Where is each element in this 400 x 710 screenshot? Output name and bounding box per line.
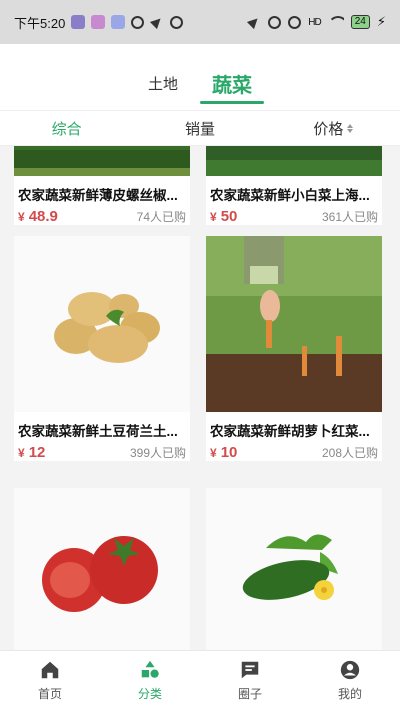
status-time: 下午5:20 xyxy=(14,15,66,31)
nav-category[interactable]: 分类 xyxy=(100,651,200,710)
nav-circle-label: 圈子 xyxy=(237,687,262,701)
sort-comprehensive-label: 综合 xyxy=(51,120,82,138)
tomato-image xyxy=(14,488,190,650)
product-price: ¥48.9 xyxy=(18,208,58,225)
profile-icon xyxy=(340,660,360,680)
product-sold: 208人已购 xyxy=(321,446,378,460)
product-title: 农家蔬菜新鲜小白菜上海... xyxy=(210,188,370,203)
nav-profile[interactable]: 我的 xyxy=(300,651,400,710)
wifi-icon xyxy=(327,16,344,28)
potato-image xyxy=(14,236,190,412)
product-card[interactable] xyxy=(206,488,382,650)
chat-icon xyxy=(241,661,259,679)
app-notification-icon xyxy=(111,15,126,29)
nav-home-label: 首页 xyxy=(37,687,62,701)
product-sold: 361人已购 xyxy=(321,210,378,224)
sort-comprehensive[interactable]: 综合 xyxy=(0,118,133,139)
nav-home[interactable]: 首页 xyxy=(0,651,100,710)
network-type: HD xyxy=(308,16,321,28)
product-image xyxy=(14,236,190,412)
product-image xyxy=(206,488,382,650)
product-card[interactable]: 农家蔬菜新鲜小白菜上海... ¥50 361人已购 xyxy=(206,146,382,225)
product-image xyxy=(206,236,382,412)
product-card[interactable]: 农家蔬菜新鲜土豆荷兰土... ¥12 399人已购 xyxy=(14,236,190,461)
charging-icon: ⚡ xyxy=(376,14,386,29)
product-card[interactable]: 农家蔬菜新鲜胡萝卜红菜... ¥10 208人已购 xyxy=(206,236,382,461)
product-card[interactable] xyxy=(14,488,190,650)
bluetooth-icon xyxy=(288,15,302,29)
product-title: 农家蔬菜新鲜土豆荷兰土... xyxy=(18,424,178,439)
nav-circle[interactable]: 圈子 xyxy=(200,651,300,710)
sync-icon xyxy=(131,15,145,29)
location-icon xyxy=(247,15,261,29)
sort-bar: 综合 销量 价格 xyxy=(0,110,400,146)
cucumber-image xyxy=(206,488,382,650)
product-price: ¥50 xyxy=(210,208,238,225)
category-icon xyxy=(141,660,159,678)
sort-sales[interactable]: 销量 xyxy=(133,118,266,139)
bokchoy-image xyxy=(206,146,382,176)
product-meta: ¥10 208人已购 xyxy=(206,440,382,461)
location-icon xyxy=(150,15,164,29)
alarm-icon xyxy=(268,15,282,29)
product-sold: 399人已购 xyxy=(129,446,186,460)
sort-sales-label: 销量 xyxy=(184,120,215,138)
product-meta: ¥50 361人已购 xyxy=(206,204,382,225)
tab-vegetables[interactable]: 蔬菜 xyxy=(200,69,264,110)
bottom-nav: 首页 分类 圈子 我的 xyxy=(0,650,400,710)
product-price: ¥10 xyxy=(210,444,238,461)
product-sold: 74人已购 xyxy=(136,210,186,224)
pepper-image xyxy=(14,146,190,176)
product-image xyxy=(14,488,190,650)
product-meta: ¥12 399人已购 xyxy=(14,440,190,461)
nav-profile-label: 我的 xyxy=(337,687,362,701)
battery-indicator: 24 xyxy=(350,15,370,29)
status-right: HD 24 ⚡ xyxy=(247,14,386,30)
sort-price[interactable]: 价格 xyxy=(267,118,400,139)
carrot-image xyxy=(206,236,382,412)
app-notification-icon xyxy=(71,15,86,29)
status-bar: 下午5:20 HD 24 ⚡ xyxy=(0,0,400,44)
tab-land[interactable]: 土地 xyxy=(148,73,178,110)
nav-category-label: 分类 xyxy=(137,687,162,701)
product-card[interactable]: 农家蔬菜新鲜薄皮螺丝椒... ¥48.9 74人已购 xyxy=(14,146,190,225)
product-price: ¥12 xyxy=(18,444,46,461)
sort-arrows-icon xyxy=(347,123,354,133)
product-meta: ¥48.9 74人已购 xyxy=(14,204,190,225)
home-icon xyxy=(41,661,59,679)
product-image xyxy=(14,146,190,176)
sort-price-label: 价格 xyxy=(313,120,344,138)
sync-icon xyxy=(170,15,184,29)
app-notification-icon xyxy=(91,15,106,29)
product-grid: 农家蔬菜新鲜薄皮螺丝椒... ¥48.9 74人已购 农家蔬菜新鲜小白菜上海..… xyxy=(0,146,400,650)
product-image xyxy=(206,146,382,176)
product-title: 农家蔬菜新鲜胡萝卜红菜... xyxy=(210,424,370,439)
product-title: 农家蔬菜新鲜薄皮螺丝椒... xyxy=(18,188,178,203)
top-tabs: 土地 蔬菜 xyxy=(0,44,400,110)
status-left: 下午5:20 xyxy=(14,13,184,32)
